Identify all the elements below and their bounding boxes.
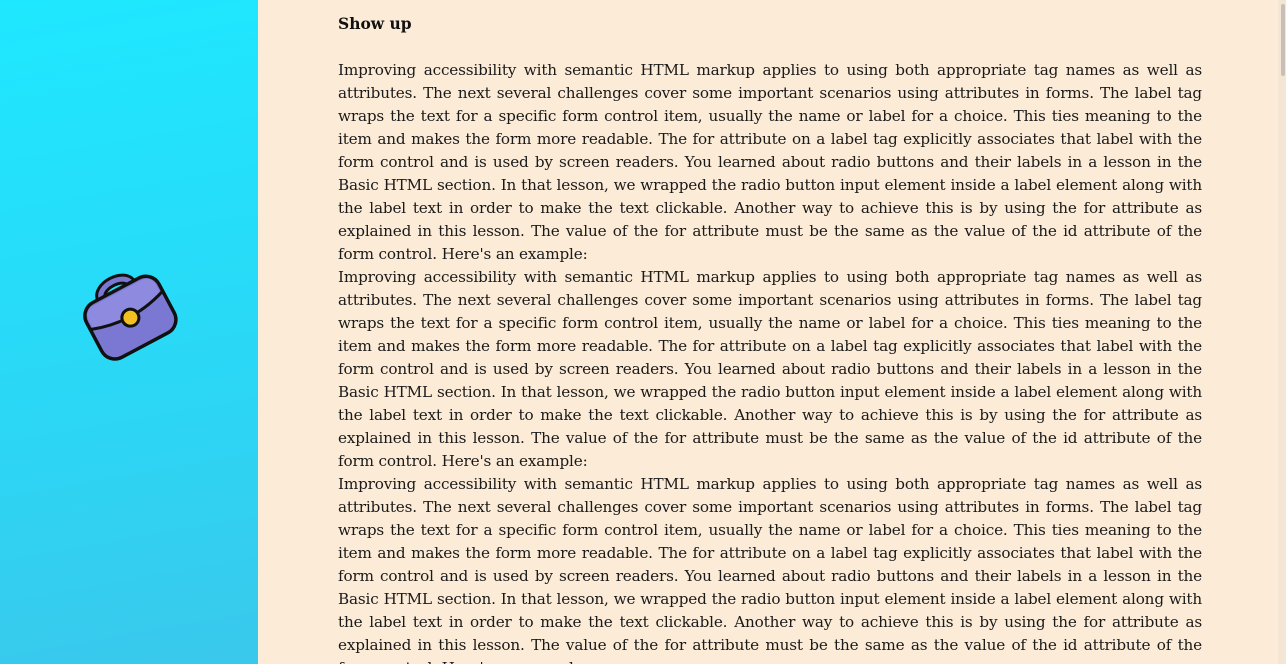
article: Show up Improving accessibility with sem… — [338, 12, 1202, 664]
section-title: Show up — [338, 14, 412, 33]
content-area: Show up Improving accessibility with sem… — [258, 0, 1286, 664]
sidebar-panel — [0, 0, 258, 664]
paragraph: Improving accessibility with semantic HT… — [338, 268, 1202, 470]
briefcase-icon — [74, 262, 184, 368]
scrollbar-thumb[interactable] — [1281, 4, 1285, 76]
paragraph-list: Improving accessibility with semantic HT… — [338, 59, 1202, 664]
paragraph: Improving accessibility with semantic HT… — [338, 61, 1202, 263]
paragraph: Improving accessibility with semantic HT… — [338, 475, 1202, 664]
scrollbar[interactable] — [1278, 0, 1286, 664]
